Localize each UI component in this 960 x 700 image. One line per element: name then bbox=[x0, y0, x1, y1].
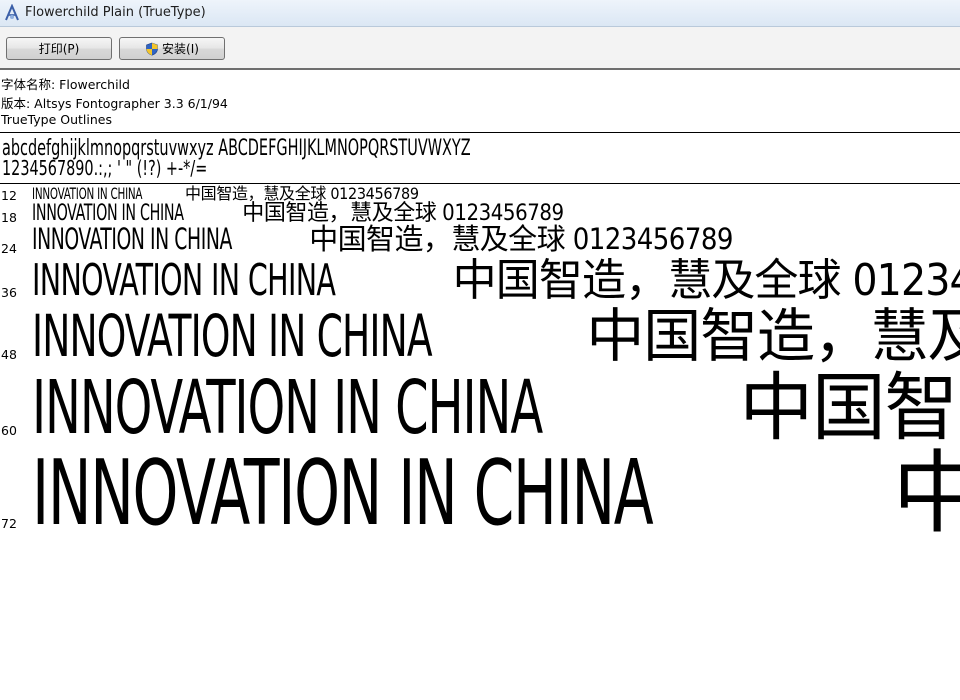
font-name-line: 字体名称: Flowerchild bbox=[1, 77, 130, 92]
install-button-label: 安装(I) bbox=[162, 42, 199, 56]
sample-latin-text: INNOVATION IN CHINA bbox=[32, 222, 232, 256]
uac-shield-icon bbox=[146, 42, 158, 56]
sample-size-label: 24 bbox=[1, 241, 17, 256]
sample-size-label: 18 bbox=[1, 210, 17, 225]
sample-latin-text: INNOVATION IN CHINA bbox=[32, 185, 143, 203]
sample-line: INNOVATION IN CHINA 中国智造，慧及全球 0123456789 bbox=[32, 307, 960, 365]
toolbar: 打印(P) 安装(I) bbox=[0, 27, 960, 70]
sample-cjk-text: 中国智造，慧及全球 0123456789 bbox=[586, 302, 960, 370]
sample-latin-text: INNOVATION IN CHINA bbox=[32, 365, 543, 451]
sample-size-label: 36 bbox=[1, 285, 17, 300]
title-bar: Flowerchild Plain (TrueType) bbox=[0, 0, 960, 27]
font-viewer-icon bbox=[5, 4, 19, 21]
sample-line: INNOVATION IN CHINA 中国智造，慧及全球 0123456789 bbox=[32, 225, 733, 254]
sample-size-label: 12 bbox=[1, 188, 17, 203]
sample-line: INNOVATION IN CHINA 中国智造，慧及全球 0123456789 bbox=[32, 259, 960, 303]
sample-size-label: 48 bbox=[1, 347, 17, 362]
outline-type-line: TrueType Outlines bbox=[1, 112, 112, 127]
sample-size-label: 72 bbox=[1, 516, 17, 531]
divider bbox=[0, 183, 960, 184]
sample-line: INNOVATION IN CHINA 中国智造，慧及全球 0123456789 bbox=[32, 449, 960, 539]
sample-line: INNOVATION IN CHINA 中国智造，慧及全球 0123456789 bbox=[32, 186, 419, 202]
version-line: 版本: Altsys Fontographer 3.3 6/1/94 bbox=[1, 96, 228, 111]
sample-line: INNOVATION IN CHINA 中国智造，慧及全球 0123456789 bbox=[32, 371, 960, 445]
sample-cjk-text: 中国智造，慧及全球 0123456789 bbox=[301, 222, 733, 256]
divider bbox=[0, 132, 960, 133]
sample-latin-text: INNOVATION IN CHINA bbox=[32, 302, 433, 370]
sample-area: 12 INNOVATION IN CHINA 中国智造，慧及全球 0123456… bbox=[0, 185, 960, 700]
sample-cjk-text: 中国智造，慧及全球 0123456789 bbox=[452, 255, 960, 306]
sample-cjk-text: 中国智造，慧及全球 0123456789 bbox=[739, 365, 960, 451]
sample-latin-text: INNOVATION IN CHINA bbox=[32, 255, 336, 306]
charset-digits-symbols: 1234567890.:,; ' " (!?) +-*/= bbox=[2, 156, 208, 180]
sample-cjk-text: 中国智造，慧及全球 0123456789 bbox=[892, 441, 960, 546]
print-button[interactable]: 打印(P) bbox=[6, 37, 112, 60]
print-button-label: 打印(P) bbox=[38, 42, 80, 56]
sample-latin-text: INNOVATION IN CHINA bbox=[32, 441, 654, 546]
install-button[interactable]: 安装(I) bbox=[119, 37, 225, 60]
window-title: Flowerchild Plain (TrueType) bbox=[25, 5, 206, 20]
sample-size-label: 60 bbox=[1, 423, 17, 438]
